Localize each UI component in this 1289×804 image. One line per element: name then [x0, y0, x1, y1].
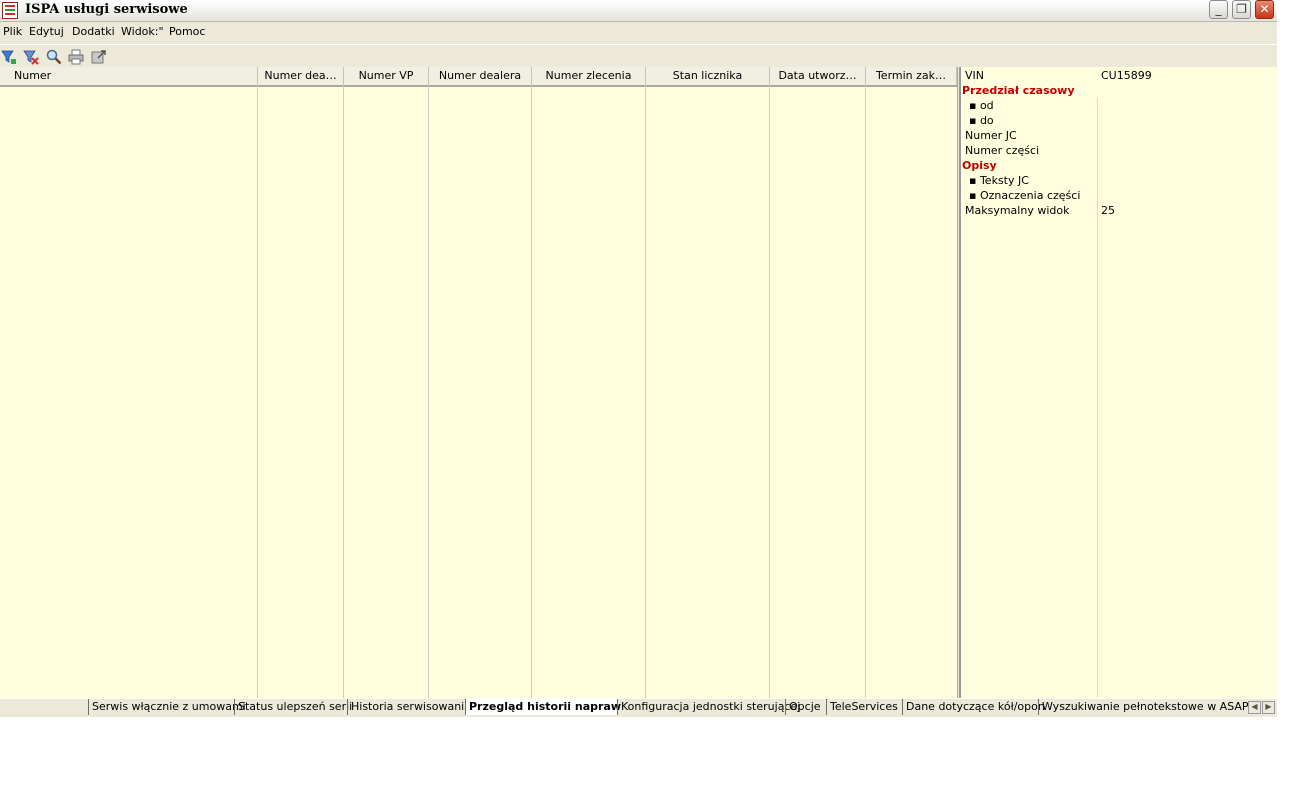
tab-series-upgrades[interactable]: Status ulepszeń serii	[234, 699, 352, 715]
to-label: ▪ do	[969, 114, 994, 127]
property-vin[interactable]: VIN CU15899	[961, 68, 1277, 83]
column-header-dealer-number-short[interactable]: Numer dea…	[258, 67, 344, 85]
results-grid[interactable]: Numer Numer dea… Numer VP Numer dealera …	[0, 67, 958, 698]
column-divider	[257, 85, 258, 698]
tab-repair-history-review[interactable]: Przegląd historii napraw	[465, 699, 621, 715]
search-icon[interactable]	[46, 49, 62, 65]
jc-number-label: Numer JC	[965, 129, 1017, 142]
tab-control-unit-config[interactable]: Konfiguracja jednostki sterującej	[617, 699, 800, 715]
column-header-mileage[interactable]: Stan licznika	[646, 67, 770, 85]
section-descriptions: Opisy	[961, 158, 1277, 173]
section-time-range: Przedział czasowy	[961, 83, 1277, 98]
vin-value[interactable]: CU15899	[1101, 68, 1152, 83]
section-time-range-label: Przedział czasowy	[962, 84, 1075, 97]
column-divider	[865, 85, 866, 698]
tab-teleservices[interactable]: TeleServices	[826, 699, 902, 715]
tab-wheels-tires[interactable]: Dane dotyczące kół/opon	[902, 699, 1045, 715]
app-icon[interactable]	[2, 2, 18, 19]
close-button[interactable]: ✕	[1255, 0, 1274, 19]
tab-scroll-right-button[interactable]: ▶	[1262, 701, 1275, 714]
from-label: ▪ od	[969, 99, 994, 112]
tab-options[interactable]: Opcje	[785, 699, 826, 715]
section-descriptions-label: Opisy	[962, 159, 997, 172]
filter-add-icon[interactable]	[1, 49, 17, 65]
property-part-number[interactable]: Numer części	[961, 143, 1277, 158]
tab-service-contracts[interactable]: Serwis włącznie z umowami	[88, 699, 246, 715]
menu-edit[interactable]: Edytuj	[29, 25, 64, 38]
column-divider	[769, 85, 770, 698]
menu-help[interactable]: Pomoc	[169, 25, 205, 38]
application-window: ISPA usługi serwisowe _ ❐ ✕ Plik Edytuj …	[0, 0, 1277, 717]
property-from[interactable]: ▪ od	[961, 98, 1277, 113]
menu-file[interactable]: Plik	[3, 25, 22, 38]
minimize-button[interactable]: _	[1209, 0, 1228, 19]
column-divider	[531, 85, 532, 698]
jc-texts-label: ▪ Teksty JC	[969, 174, 1029, 187]
column-divider	[645, 85, 646, 698]
column-header-created-date[interactable]: Data utworz…	[770, 67, 866, 85]
vin-label: VIN	[965, 69, 984, 82]
window-title: ISPA usługi serwisowe	[25, 2, 188, 17]
tab-asap-fulltext-search[interactable]: Wyszukiwanie pełnotekstowe w ASAP	[1038, 699, 1249, 715]
menu-view[interactable]: Widok:"	[121, 25, 164, 38]
grid-header: Numer Numer dea… Numer VP Numer dealera …	[0, 67, 957, 87]
filter-remove-icon[interactable]	[23, 49, 39, 65]
part-number-label: Numer części	[965, 144, 1040, 157]
print-icon[interactable]	[68, 49, 84, 65]
part-marks-label: ▪ Oznaczenia części	[969, 189, 1081, 202]
column-divider	[428, 85, 429, 698]
menu-bar: Plik Edytuj Dodatki Widok:" Pomoc	[0, 22, 1277, 42]
title-bar[interactable]: ISPA usługi serwisowe _ ❐ ✕	[0, 0, 1277, 22]
tab-bar: Serwis włącznie z umowami Status ulepsze…	[0, 698, 1277, 717]
property-part-marks[interactable]: ▪ Oznaczenia części	[961, 188, 1277, 203]
max-view-value[interactable]: 25	[1101, 203, 1115, 218]
column-header-order-number[interactable]: Numer zlecenia	[532, 67, 646, 85]
tab-scroll-left-button[interactable]: ◀	[1248, 701, 1261, 714]
toolbar	[0, 44, 1277, 67]
menu-extras[interactable]: Dodatki	[72, 25, 115, 38]
tab-service-history[interactable]: Historia serwisowania	[347, 699, 471, 715]
property-jc-texts[interactable]: ▪ Teksty JC	[961, 173, 1277, 188]
column-divider	[343, 85, 344, 698]
column-header-due-date[interactable]: Termin zak…	[866, 67, 957, 85]
export-icon[interactable]	[91, 49, 107, 65]
property-to[interactable]: ▪ do	[961, 113, 1277, 128]
column-header-vp-number[interactable]: Numer VP	[344, 67, 429, 85]
property-max-view[interactable]: Maksymalny widok 25	[961, 203, 1277, 218]
max-view-label: Maksymalny widok	[965, 204, 1070, 217]
search-criteria-panel: VIN CU15899 Przedział czasowy ▪ od ▪ do …	[959, 67, 1277, 698]
column-header-dealer-number[interactable]: Numer dealera	[429, 67, 532, 85]
restore-button[interactable]: ❐	[1232, 0, 1251, 19]
property-jc-number[interactable]: Numer JC	[961, 128, 1277, 143]
column-header-number[interactable]: Numer	[0, 67, 258, 85]
